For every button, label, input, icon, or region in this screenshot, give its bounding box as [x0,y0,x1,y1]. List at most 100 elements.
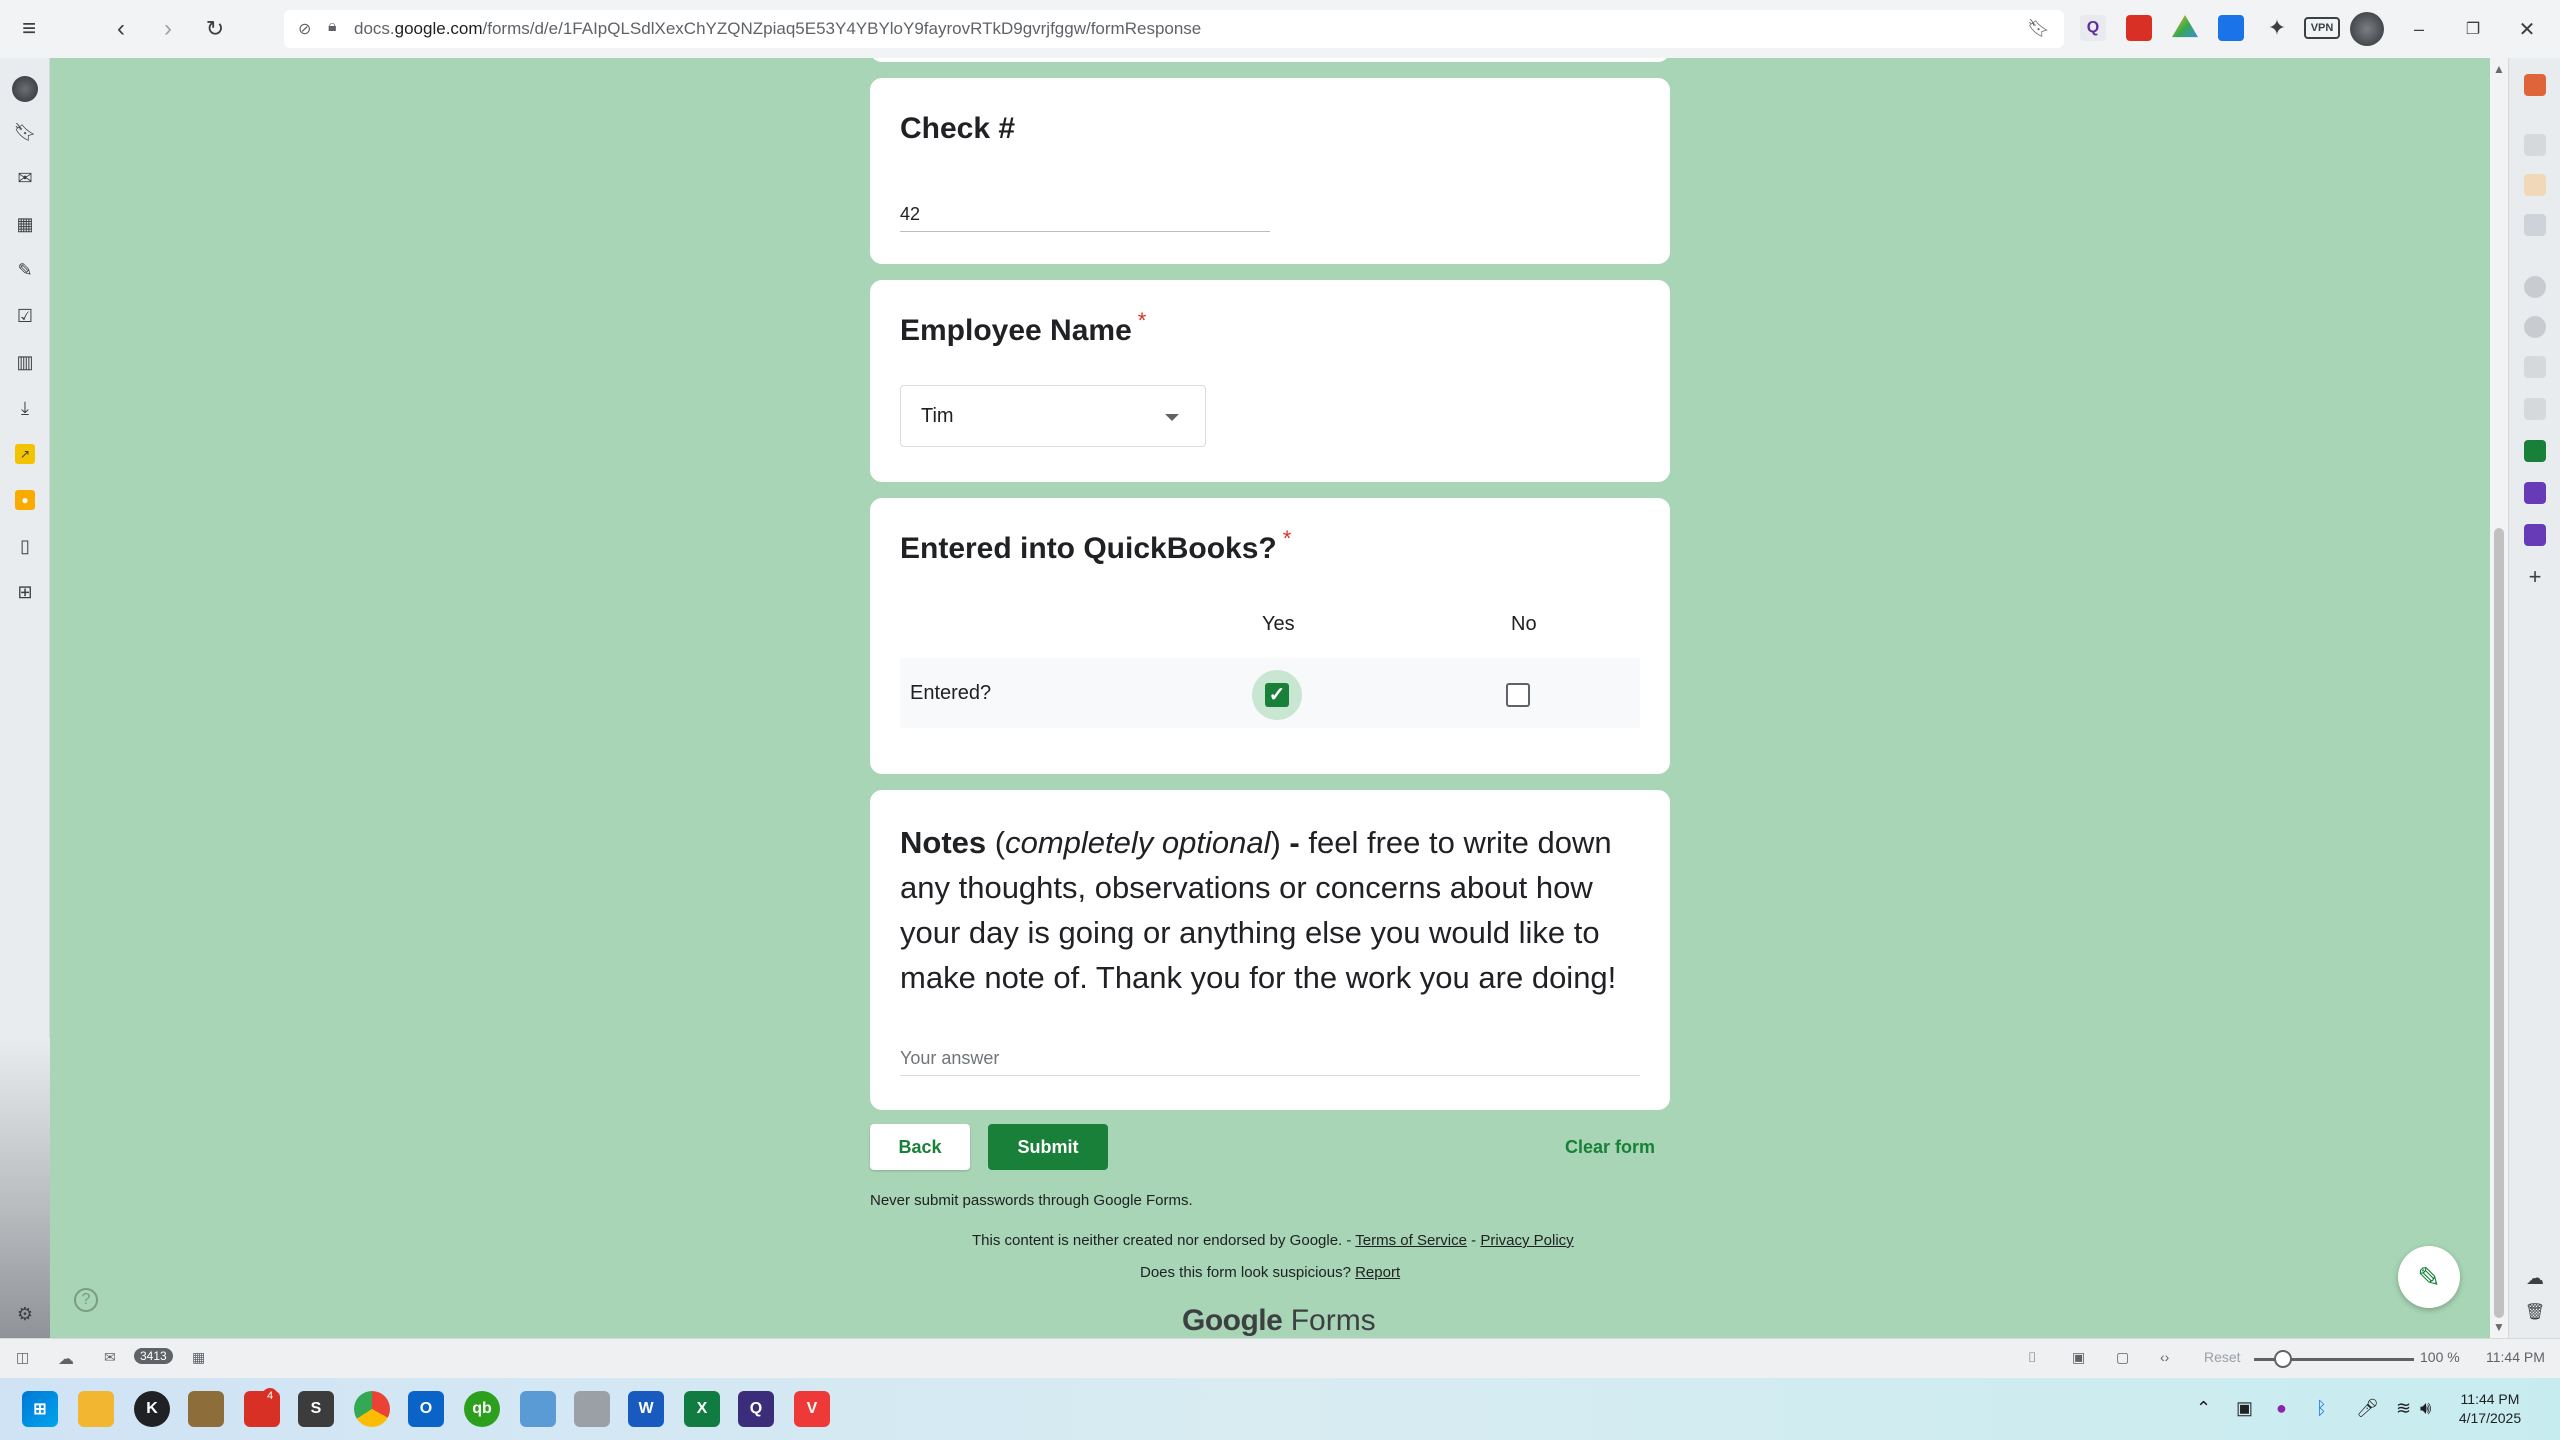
tray-app-icon[interactable]: ▣ [2236,1398,2253,1419]
downloads-icon[interactable]: ⤓ [15,398,35,418]
chrome-icon[interactable] [354,1391,390,1427]
microphone-icon[interactable]: 🎤︎ [2356,1398,2379,1419]
bookmark-icon[interactable]: 🔖︎ [2027,18,2050,39]
panel-toggle-icon[interactable]: ◫ [16,1349,29,1366]
page-scrollbar[interactable]: ▲ ▼ [2490,58,2508,1338]
cloud-icon[interactable]: ☁ [58,1349,74,1369]
quickbooks-icon[interactable]: qb [464,1391,500,1427]
profile-avatar[interactable] [2350,12,2384,46]
search-extension-icon[interactable]: Q [2080,15,2106,41]
address-bar[interactable]: ⊘ 🔒︎ docs.google.com/forms/d/e/1FAIpQLSd… [284,10,2064,48]
google-forms-icon[interactable] [2524,482,2546,504]
vivaldi-taskbar-icon[interactable]: V [794,1391,830,1427]
checkbox-no[interactable] [1506,683,1530,707]
lock-icon[interactable]: 🔒︎ [328,18,337,36]
app-k-icon[interactable]: K [134,1391,170,1427]
add-web-panel-icon[interactable]: + [2524,566,2546,588]
document-icon[interactable]: ▯ [15,536,35,556]
zoom-reset-button[interactable]: Reset [2204,1349,2241,1365]
site-settings-icon[interactable]: ⊘ [298,19,311,39]
wifi-icon[interactable]: ≋ [2396,1398,2411,1419]
mail-count-badge[interactable]: 3413 [134,1348,173,1364]
trash-icon[interactable]: 🗑︎ [2524,1302,2546,1324]
web-panel-icon[interactable] [2524,276,2546,298]
cloud-sync-icon[interactable]: ☁ [2524,1268,2546,1290]
image-toggle-icon[interactable]: ▣ [2072,1349,2085,1366]
back-arrow-icon[interactable]: ‹ [106,14,136,44]
gemini-icon[interactable] [2524,356,2546,378]
google-forms-icon[interactable] [2524,524,2546,546]
scroll-up-icon[interactable]: ▲ [2492,62,2506,76]
close-icon[interactable]: ✕ [2512,14,2542,44]
employee-name-dropdown[interactable]: Tim [900,385,1206,447]
feed-reader-icon[interactable]: ↗ [15,444,35,464]
word-icon[interactable]: W [628,1391,664,1427]
scroll-down-icon[interactable]: ▼ [2492,1320,2506,1334]
minimize-icon[interactable]: – [2404,14,2434,44]
notes-icon[interactable]: ✎ [15,260,35,280]
web-panel-icon[interactable] [2524,214,2546,236]
page-actions-icon[interactable]: ‹› [2160,1349,2169,1365]
volume-icon[interactable]: 🔊︎ [2420,1398,2431,1419]
zoom-slider-knob[interactable] [2274,1350,2292,1368]
reading-list-icon[interactable]: ▥ [15,352,35,372]
help-icon[interactable]: ? [74,1288,98,1312]
mail-icon[interactable]: ✉ [15,168,35,188]
grid-column-no: No [1511,613,1537,635]
add-panel-icon[interactable]: ⊞ [15,582,35,602]
start-menu-icon[interactable]: ⊞ [22,1391,58,1427]
privacy-policy-link[interactable]: Privacy Policy [1480,1232,1573,1249]
app-search-icon[interactable]: Q [738,1391,774,1427]
web-panel-icon[interactable] [2524,134,2546,156]
bluetooth-icon[interactable]: ᛒ [2316,1398,2327,1419]
calendar-status-icon[interactable]: ▦ [192,1349,205,1366]
extension-blue-icon[interactable] [2218,15,2244,41]
calendar-icon[interactable]: ▦ [15,214,35,234]
forward-arrow-icon[interactable]: › [153,14,183,44]
reload-icon[interactable]: ↻ [200,14,230,44]
checkbox-yes-checked[interactable]: ✓ [1265,683,1289,707]
snipping-tool-icon[interactable] [520,1391,556,1427]
submit-button[interactable]: Submit [988,1124,1108,1170]
clear-form-button[interactable]: Clear form [1560,1124,1660,1170]
menu-icon[interactable]: ≡ [14,14,44,44]
scrollbar-thumb[interactable] [2494,528,2504,1318]
taskbar-clock[interactable]: 11:44 PM 4/17/2025 [2440,1390,2540,1428]
notes-answer-input[interactable]: Your answer [900,1038,1640,1076]
extensions-puzzle-icon[interactable]: ✦ [2264,15,2290,41]
employee-name-title: Employee Name * [900,308,1146,348]
outlook-icon[interactable]: O [408,1391,444,1427]
keep-notes-icon[interactable]: ● [15,490,35,510]
google-forms-logo[interactable]: Google Forms [1182,1304,1376,1338]
capture-icon[interactable]: ⌷ [2028,1349,2036,1366]
check-number-input[interactable]: 42 [900,198,1270,232]
page-tiling-icon[interactable]: ▢ [2116,1349,2129,1366]
tray-overflow-icon[interactable]: ⌃ [2196,1398,2211,1419]
restore-icon[interactable]: ❐ [2458,14,2488,44]
report-link[interactable]: Report [1355,1264,1400,1281]
edit-pencil-icon[interactable]: ✎ [2398,1246,2460,1308]
app-s-icon[interactable]: S [298,1391,334,1427]
tray-app-icon[interactable]: ● [2276,1398,2287,1419]
file-explorer-icon[interactable] [78,1391,114,1427]
todoist-extension-icon[interactable] [2126,15,2152,41]
web-panel-icon[interactable] [2524,74,2546,96]
zoom-level: 100 % [2420,1349,2460,1365]
excel-icon[interactable]: X [684,1391,720,1427]
chatgpt-icon[interactable] [2524,316,2546,338]
vpn-icon[interactable]: VPN [2304,17,2340,39]
web-panel-icon[interactable] [2524,398,2546,420]
mail-status-icon[interactable]: ✉ [104,1349,116,1366]
google-drive-icon[interactable] [2172,15,2198,38]
bookmarks-icon[interactable]: 🔖︎ [14,122,37,142]
url-text[interactable]: docs.google.com/forms/d/e/1FAIpQLSdlXexC… [354,19,1201,39]
google-sheets-icon[interactable] [2524,440,2546,462]
web-panel-icon[interactable] [2524,174,2546,196]
app-image-icon[interactable] [188,1391,224,1427]
vivaldi-logo-icon[interactable] [12,76,38,102]
printer-app-icon[interactable] [574,1391,610,1427]
settings-gear-icon[interactable]: ⚙ [15,1304,35,1324]
terms-of-service-link[interactable]: Terms of Service [1355,1232,1467,1249]
tasks-icon[interactable]: ☑ [15,306,35,326]
back-button[interactable]: Back [870,1124,970,1170]
